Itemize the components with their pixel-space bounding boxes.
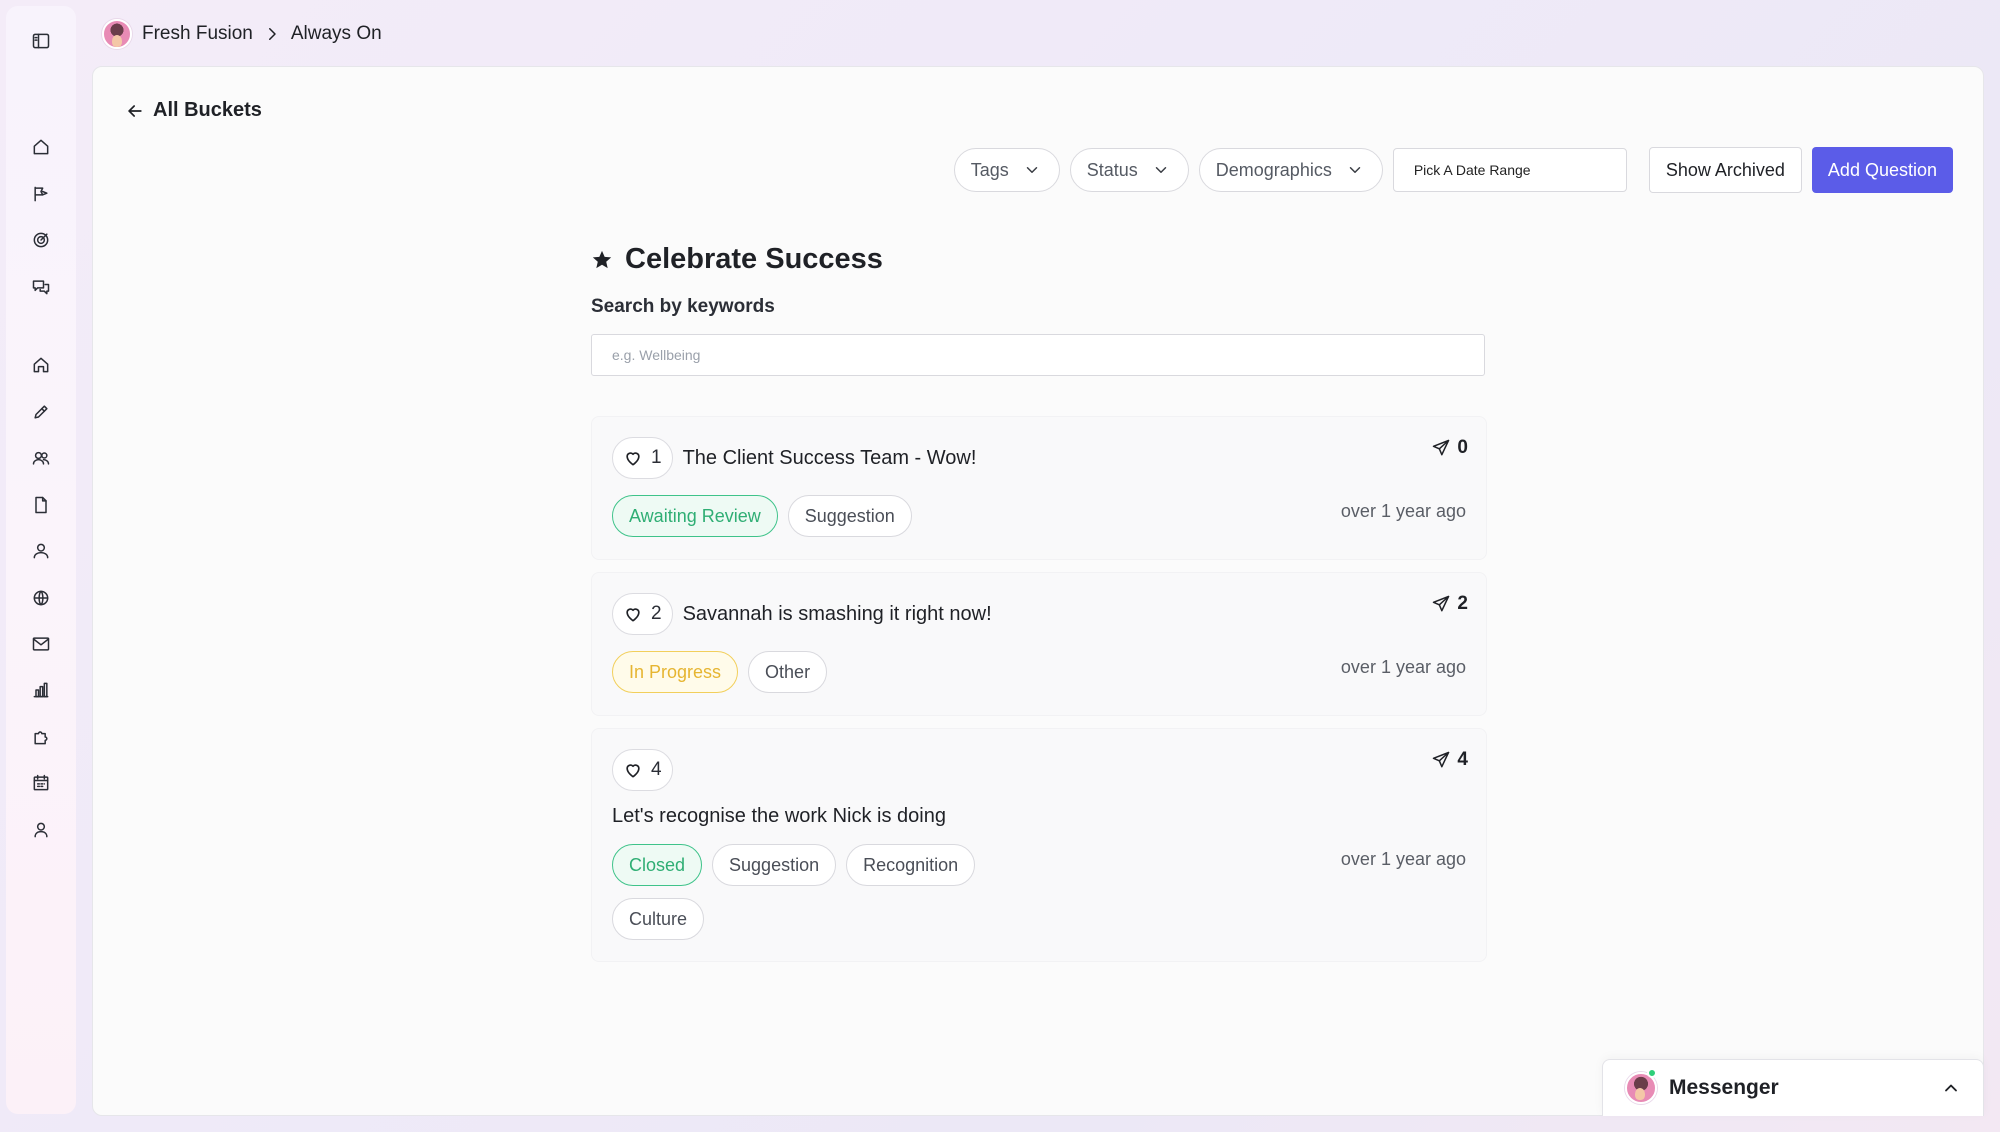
back-to-buckets-link[interactable]: All Buckets xyxy=(125,99,262,122)
heart-icon xyxy=(626,452,640,466)
keyword-search-input[interactable] xyxy=(591,334,1485,376)
chart-icon[interactable] xyxy=(6,674,76,706)
breadcrumb: Fresh Fusion Always On xyxy=(102,14,382,54)
heart-icon xyxy=(626,764,640,778)
sidebar xyxy=(6,6,76,1114)
status-badge[interactable]: In Progress xyxy=(612,651,739,693)
online-status-dot xyxy=(1647,1068,1657,1078)
tag-chip[interactable]: Suggestion xyxy=(712,844,837,886)
document-icon[interactable] xyxy=(6,489,76,521)
main-panel: All Buckets Tags Status Demographics Sho… xyxy=(92,66,1984,1116)
breadcrumb-page: Always On xyxy=(290,23,382,44)
add-question-button[interactable]: Add Question xyxy=(1811,147,1953,193)
question-card[interactable]: 4 Let's recognise the work Nick is doing… xyxy=(591,728,1487,962)
globe-icon[interactable] xyxy=(6,582,76,614)
like-count: 4 xyxy=(651,759,662,780)
bucket-content: Celebrate Success Search by keywords 1 T… xyxy=(591,243,1487,962)
arrow-left-icon xyxy=(128,104,142,117)
send-icon xyxy=(1433,439,1450,456)
filter-bar: Tags Status Demographics Show Archived A… xyxy=(953,147,1953,193)
tag-chip[interactable]: Suggestion xyxy=(787,495,912,537)
bucket-title-text: Celebrate Success xyxy=(625,243,883,275)
sidebar-toggle-icon[interactable] xyxy=(6,25,76,57)
status-badge[interactable]: Awaiting Review xyxy=(612,495,778,537)
tags-dropdown[interactable]: Tags xyxy=(953,148,1060,192)
like-count: 2 xyxy=(651,603,662,624)
chevron-up-icon[interactable] xyxy=(1941,1078,1961,1098)
status-dropdown[interactable]: Status xyxy=(1069,148,1189,192)
like-count: 1 xyxy=(651,447,662,468)
chevron-right-icon xyxy=(268,28,276,40)
share-button[interactable]: 2 xyxy=(1431,593,1468,615)
back-link-label: All Buckets xyxy=(153,99,262,121)
tag-chip[interactable]: Culture xyxy=(612,898,705,940)
question-card[interactable]: 2 Savannah is smashing it right now! 2 I… xyxy=(591,572,1487,716)
users-icon[interactable] xyxy=(6,442,76,474)
mail-icon[interactable] xyxy=(6,628,76,660)
question-list: 1 The Client Success Team - Wow! 0 Await… xyxy=(591,416,1487,962)
timestamp: over 1 year ago xyxy=(1340,501,1466,521)
demographics-dropdown-label: Demographics xyxy=(1215,159,1332,180)
question-card[interactable]: 1 The Client Success Team - Wow! 0 Await… xyxy=(591,416,1487,560)
puzzle-icon[interactable] xyxy=(6,721,76,753)
tags-dropdown-label: Tags xyxy=(970,159,1009,180)
pencil-icon[interactable] xyxy=(6,396,76,428)
show-archived-button[interactable]: Show Archived xyxy=(1648,147,1802,193)
share-count: 2 xyxy=(1457,593,1468,614)
send-icon xyxy=(1433,751,1450,768)
question-title[interactable]: Savannah is smashing it right now! xyxy=(683,603,992,626)
calendar-icon[interactable] xyxy=(6,767,76,799)
date-range-input[interactable] xyxy=(1392,148,1627,192)
demographics-dropdown[interactable]: Demographics xyxy=(1198,148,1383,192)
chevron-down-icon xyxy=(1155,167,1167,173)
campaign-icon[interactable] xyxy=(6,178,76,210)
org-avatar[interactable] xyxy=(102,19,132,49)
share-button[interactable]: 0 xyxy=(1431,437,1468,459)
page-title: Celebrate Success xyxy=(591,243,1487,276)
search-label: Search by keywords xyxy=(591,296,775,317)
heart-icon xyxy=(626,608,640,622)
star-icon xyxy=(592,250,612,268)
share-count: 0 xyxy=(1457,437,1468,458)
like-button[interactable]: 2 xyxy=(612,593,673,635)
tag-chip[interactable]: Recognition xyxy=(846,844,976,886)
question-title[interactable]: Let's recognise the work Nick is doing xyxy=(612,805,1466,828)
timestamp: over 1 year ago xyxy=(1340,849,1466,869)
share-count: 4 xyxy=(1457,749,1468,770)
person-icon[interactable] xyxy=(6,535,76,567)
like-button[interactable]: 1 xyxy=(612,437,673,479)
home-icon[interactable] xyxy=(6,131,76,163)
chevron-down-icon xyxy=(1026,167,1037,173)
status-badge[interactable]: Closed xyxy=(612,844,703,886)
target-icon[interactable] xyxy=(6,224,76,256)
tag-chip[interactable]: Other xyxy=(748,651,828,693)
messenger-widget[interactable]: Messenger xyxy=(1602,1059,1984,1116)
breadcrumb-org[interactable]: Fresh Fusion xyxy=(142,23,253,45)
timestamp: over 1 year ago xyxy=(1340,657,1466,677)
like-button[interactable]: 4 xyxy=(612,749,673,791)
profile-icon[interactable] xyxy=(6,814,76,846)
chat-icon[interactable] xyxy=(6,271,76,303)
question-title[interactable]: The Client Success Team - Wow! xyxy=(683,447,977,470)
messenger-label: Messenger xyxy=(1669,1076,1779,1099)
chevron-down-icon xyxy=(1349,167,1361,173)
share-button[interactable]: 4 xyxy=(1431,749,1468,771)
send-icon xyxy=(1433,595,1450,612)
status-dropdown-label: Status xyxy=(1086,159,1138,180)
home-icon[interactable] xyxy=(6,349,76,381)
